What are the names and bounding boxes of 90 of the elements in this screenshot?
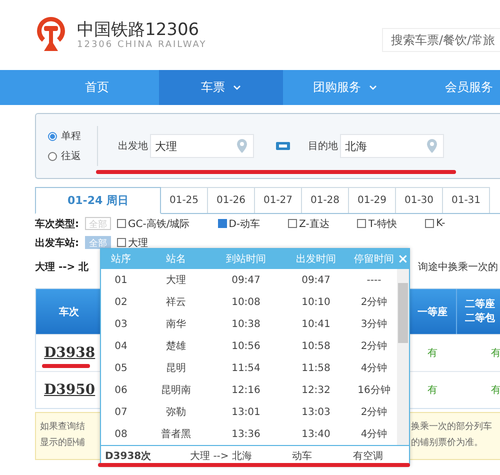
route-text: 大理 --> 北 bbox=[34, 260, 89, 274]
table-cell-text: 10:38 bbox=[230, 318, 262, 330]
table-cell-text: 4分钟 bbox=[360, 362, 388, 375]
table-cell-text: 05 bbox=[114, 362, 128, 374]
table-cell-text: 大理 bbox=[165, 274, 187, 287]
table-cell-text: 2分钟 bbox=[360, 296, 388, 309]
table-cell-text: 08 bbox=[114, 428, 128, 440]
highlight-underline bbox=[42, 364, 90, 368]
footer-train: D3938次 bbox=[104, 450, 152, 462]
to-field[interactable]: 北海 bbox=[340, 134, 444, 158]
table-cell-text: 01 bbox=[114, 274, 128, 286]
column-header: 到站时间 bbox=[225, 252, 267, 266]
availability-cell-text: 有 bbox=[426, 384, 438, 397]
table-cell-text: 13:01 bbox=[230, 406, 262, 418]
notice-text: 如果查询结 bbox=[40, 420, 85, 434]
table-cell-text: 13:36 bbox=[230, 428, 262, 440]
date-tab[interactable]: 01-25 bbox=[161, 187, 208, 213]
table-cell-text: 11:54 bbox=[230, 362, 262, 374]
table-cell-text: 4分钟 bbox=[360, 428, 388, 441]
filter-checkbox[interactable]: K- bbox=[425, 218, 446, 229]
site-title: 中国铁路12306 bbox=[77, 20, 200, 40]
table-cell-text: ---- bbox=[366, 274, 382, 286]
trip-type-radio[interactable]: 往返 bbox=[48, 149, 81, 163]
train-number-link[interactable]: D3950 bbox=[36, 381, 102, 399]
table-cell-text: 12:32 bbox=[300, 384, 332, 396]
table-cell-text: 04 bbox=[114, 340, 128, 352]
filter-checkbox[interactable]: D-动车 bbox=[218, 216, 260, 230]
date-tab[interactable]: 01-30 bbox=[396, 187, 443, 213]
column-header: 出发时间 bbox=[295, 252, 337, 266]
table-cell-text: 祥云 bbox=[165, 296, 187, 309]
transfer-note: 询途中换乘一次的 bbox=[418, 260, 499, 274]
table-cell-text: 普者黑 bbox=[160, 428, 192, 441]
filter-checkbox[interactable]: GC-高铁/城际 bbox=[117, 216, 190, 230]
footer-type: 动车 bbox=[291, 450, 313, 462]
table-cell-text: 3分钟 bbox=[360, 318, 388, 331]
table-cell-text: 昆明南 bbox=[160, 384, 192, 397]
to-label: 目的地 bbox=[308, 140, 338, 153]
footer-route: 大理 --> 北海 bbox=[189, 450, 253, 462]
table-cell-text: 16分钟 bbox=[356, 384, 392, 397]
site-subtitle: 12306 CHINA RAILWAY bbox=[77, 40, 207, 50]
table-cell-text: 10:10 bbox=[300, 296, 332, 308]
location-pin-icon bbox=[237, 139, 247, 153]
date-tab[interactable]: 01-28 bbox=[302, 187, 349, 213]
table-cell-text: 昆明 bbox=[165, 362, 187, 375]
notice-text: 显示的卧铺 bbox=[40, 436, 85, 450]
date-tab[interactable]: 01-29 bbox=[349, 187, 396, 213]
search-field[interactable]: 搜索车票/餐饮/常旅 bbox=[382, 28, 500, 52]
filter-label: 车次类型: bbox=[35, 217, 79, 230]
date-tab[interactable]: 01-26 bbox=[208, 187, 255, 213]
table-cell-text: 06 bbox=[114, 384, 128, 396]
table-cell-text: 南华 bbox=[165, 318, 187, 331]
table-cell-text: 11:58 bbox=[300, 362, 332, 374]
filter-checkbox[interactable]: T-特快 bbox=[357, 216, 398, 230]
notice-text: 的铺别票价为准。 bbox=[411, 436, 484, 450]
table-cell-text: 弥勒 bbox=[165, 406, 187, 419]
column-header: 站序 bbox=[110, 252, 132, 266]
table-cell-text: 10:41 bbox=[300, 318, 332, 330]
train-number-link[interactable]: D3938 bbox=[36, 344, 102, 362]
footer-feature: 有空调 bbox=[352, 450, 384, 462]
table-cell-text: 12:16 bbox=[230, 384, 262, 396]
table-cell-text: 10:08 bbox=[230, 296, 262, 308]
nav-item[interactable]: 车票 bbox=[159, 70, 283, 105]
table-cell-text: 09:47 bbox=[300, 274, 332, 286]
location-pin-icon bbox=[427, 139, 437, 153]
column-header: 站名 bbox=[165, 252, 187, 266]
table-cell-text: 10:56 bbox=[230, 340, 262, 352]
date-tab[interactable]: 01-31 bbox=[443, 187, 490, 213]
table-cell-text: 2分钟 bbox=[360, 406, 388, 419]
table-cell-text: 2分钟 bbox=[360, 340, 388, 353]
table-cell-text: 02 bbox=[114, 296, 128, 308]
table-cell-text: 09:47 bbox=[230, 274, 262, 286]
filter-label: 出发车站: bbox=[35, 236, 79, 250]
table-cell-text: 07 bbox=[114, 406, 128, 418]
notice-text: 换乘一次的部分列车 bbox=[411, 420, 492, 434]
filter-checkbox[interactable]: Z-直达 bbox=[288, 216, 330, 230]
table-cell-text: 03 bbox=[114, 318, 128, 330]
table-cell-text: 楚雄 bbox=[165, 340, 187, 353]
filter-checkbox[interactable]: 大理 bbox=[117, 236, 148, 250]
date-tab[interactable]: 01-24 周日 bbox=[35, 187, 161, 214]
swap-icon[interactable] bbox=[276, 141, 290, 151]
trip-type-radio[interactable]: 单程 bbox=[48, 129, 81, 143]
from-field[interactable]: 大理 bbox=[150, 134, 254, 158]
scrollbar[interactable] bbox=[397, 269, 409, 445]
table-cell-text: 10:58 bbox=[300, 340, 332, 352]
availability-cell-text: 有 bbox=[426, 347, 438, 360]
from-label: 出发地 bbox=[118, 140, 148, 153]
table-cell-text: 13:03 bbox=[300, 406, 332, 418]
table-cell-text: 13:40 bbox=[300, 428, 332, 440]
column-header: 停留时间 bbox=[353, 252, 395, 266]
date-tab[interactable]: 01-27 bbox=[255, 187, 302, 213]
